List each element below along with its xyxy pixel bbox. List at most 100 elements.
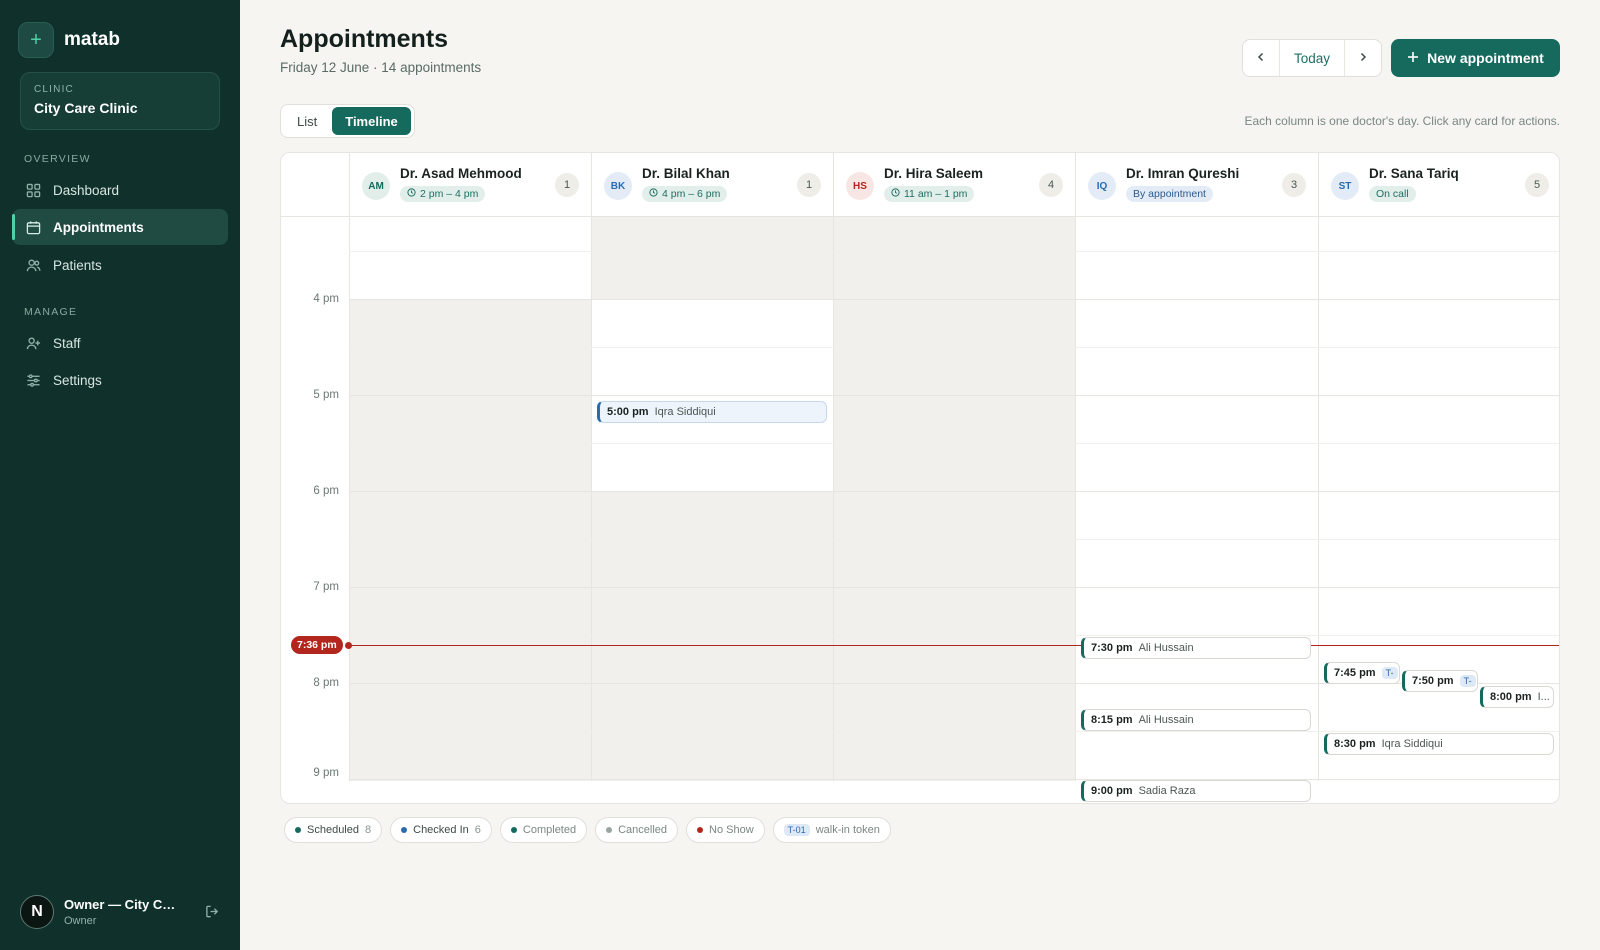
sidebar-item-staff[interactable]: Staff [12, 325, 228, 361]
today-button[interactable]: Today [1279, 40, 1345, 76]
user-menu[interactable]: N Owner — City Care Clinic Owner [20, 892, 220, 932]
logout-icon[interactable] [205, 904, 220, 922]
sidebar-item-settings[interactable]: Settings [12, 362, 228, 398]
appointment-card[interactable]: 8:15 pm Ali Hussain [1081, 709, 1311, 731]
avatar: HS [846, 172, 874, 200]
doctor-column-header[interactable]: IQ Dr. Imran Qureshi By appointment 3 [1075, 153, 1318, 217]
appointment-card[interactable]: 8:00 pm I... [1480, 686, 1554, 708]
appointment-patient: Sadia Raza [1138, 785, 1196, 797]
doctor-column[interactable] [1075, 217, 1318, 781]
sidebar-item-label: Patients [53, 257, 102, 273]
legend-label: Completed [522, 824, 577, 836]
doctor-column-header[interactable]: HS Dr. Hira Saleem 11 am – 1 pm 4 [833, 153, 1075, 217]
grid-line [349, 635, 1559, 636]
appointment-card[interactable]: 7:50 pm T- [1402, 670, 1478, 692]
calendar-icon [25, 219, 41, 235]
legend-completed[interactable]: Completed [499, 817, 588, 843]
view-toggle: List Timeline [280, 104, 415, 138]
plus-icon [1407, 50, 1419, 66]
previous-day-button[interactable] [1243, 40, 1279, 76]
grid-line [349, 587, 1559, 588]
grid-line [349, 347, 1559, 348]
doctor-column-header[interactable]: ST Dr. Sana Tariq On call 5 [1318, 153, 1559, 217]
doctor-name: Dr. Hira Saleem [884, 166, 984, 181]
legend-cancelled[interactable]: Cancelled [595, 817, 679, 843]
token-tag: T-01 [783, 824, 810, 836]
page-subtitle: Friday 12 June · 14 appointments [280, 60, 482, 75]
appointment-count-badge: 3 [1282, 173, 1306, 197]
brand-name: matab [64, 29, 120, 50]
legend-no-show[interactable]: No Show [686, 817, 765, 843]
user-name: Owner — City Care Clinic [64, 897, 179, 912]
doctor-column[interactable] [349, 217, 591, 781]
clock-icon [407, 188, 416, 200]
sidebar-item-patients[interactable]: Patients [12, 247, 228, 283]
appointment-time: 7:50 pm [1412, 675, 1454, 687]
legend-label: Scheduled [307, 824, 359, 836]
grid-line [349, 491, 1559, 492]
appointment-time: 7:45 pm [1334, 667, 1376, 679]
brand[interactable]: + matab [18, 22, 120, 58]
grid-line [349, 443, 1559, 444]
walk-in-token: T- [1459, 675, 1476, 687]
appointment-card[interactable]: 7:45 pm T- [1324, 662, 1400, 684]
doctor-hours: On call [1369, 186, 1416, 202]
appointment-card[interactable]: 9:00 pm Sadia Raza [1081, 780, 1311, 802]
clinic-name: City Care Clinic [34, 100, 138, 116]
list-view-tab[interactable]: List [284, 107, 330, 135]
doctor-name: Dr. Asad Mehmood [400, 166, 522, 181]
chevron-left-icon [1255, 51, 1267, 66]
off-hours-block [592, 217, 833, 299]
appointment-card[interactable]: 8:30 pm Iqra Siddiqui [1324, 733, 1554, 755]
legend-checked-in[interactable]: Checked In 6 [390, 817, 492, 843]
plus-icon: + [18, 22, 54, 58]
off-hours-block [592, 491, 833, 781]
clock-icon [891, 188, 900, 200]
timeline-view-tab[interactable]: Timeline [332, 107, 411, 135]
hour-label: 9 pm [313, 767, 339, 779]
sidebar-item-dashboard[interactable]: Dashboard [12, 172, 228, 208]
doctor-hours: 4 pm – 6 pm [642, 186, 728, 202]
page-title: Appointments [280, 25, 449, 53]
doctor-column[interactable] [591, 217, 833, 781]
legend-label: Cancelled [618, 824, 668, 836]
legend-scheduled[interactable]: Scheduled 8 [284, 817, 383, 843]
current-time-badge: 7:36 pm [291, 636, 343, 654]
clock-icon [649, 188, 658, 200]
doctor-hours-text: 11 am – 1 pm [904, 188, 968, 200]
clinic-switcher[interactable]: CLINIC City Care Clinic [20, 72, 220, 130]
next-day-button[interactable] [1345, 40, 1381, 76]
appointment-count-badge: 5 [1525, 173, 1549, 197]
doctor-column-header[interactable]: AM Dr. Asad Mehmood 2 pm – 4 pm 1 [349, 153, 591, 217]
legend-walk-in-token: T-01 walk-in token [772, 817, 891, 843]
appointment-time: 8:15 pm [1091, 714, 1133, 726]
appointment-time: 8:30 pm [1334, 738, 1376, 750]
doctor-hours: By appointment [1126, 186, 1213, 202]
avatar: IQ [1088, 172, 1116, 200]
avatar: ST [1331, 172, 1359, 200]
current-time-dot [345, 642, 352, 649]
legend-count: 8 [365, 824, 372, 836]
grid-line [349, 731, 1559, 732]
timeline: AM Dr. Asad Mehmood 2 pm – 4 pm 1 BK Dr.… [280, 152, 1560, 804]
date-navigator: Today [1242, 39, 1382, 77]
timeline-header: AM Dr. Asad Mehmood 2 pm – 4 pm 1 BK Dr.… [281, 153, 1559, 217]
hour-label: 6 pm [313, 485, 339, 497]
appointment-card[interactable]: 5:00 pm Iqra Siddiqui [597, 401, 827, 423]
appointment-patient: Ali Hussain [1138, 714, 1194, 726]
sidebar-item-appointments[interactable]: Appointments [12, 209, 228, 245]
clinic-label: CLINIC [34, 84, 74, 95]
appointment-count-badge: 1 [797, 173, 821, 197]
hour-label: 8 pm [313, 677, 339, 689]
nav-section-manage: MANAGE [24, 306, 78, 318]
status-dot [401, 827, 408, 833]
doctor-name: Dr. Bilal Khan [642, 166, 730, 181]
new-appointment-button[interactable]: New appointment [1391, 39, 1560, 77]
doctor-column[interactable] [833, 217, 1075, 781]
appointment-patient: Iqra Siddiqui [1381, 738, 1443, 750]
appointment-card[interactable]: 7:30 pm Ali Hussain [1081, 637, 1311, 659]
grid-line [349, 779, 1559, 780]
sidebar-item-label: Dashboard [53, 182, 120, 198]
doctor-column-header[interactable]: BK Dr. Bilal Khan 4 pm – 6 pm 1 [591, 153, 833, 217]
doctor-name: Dr. Imran Qureshi [1126, 166, 1240, 181]
